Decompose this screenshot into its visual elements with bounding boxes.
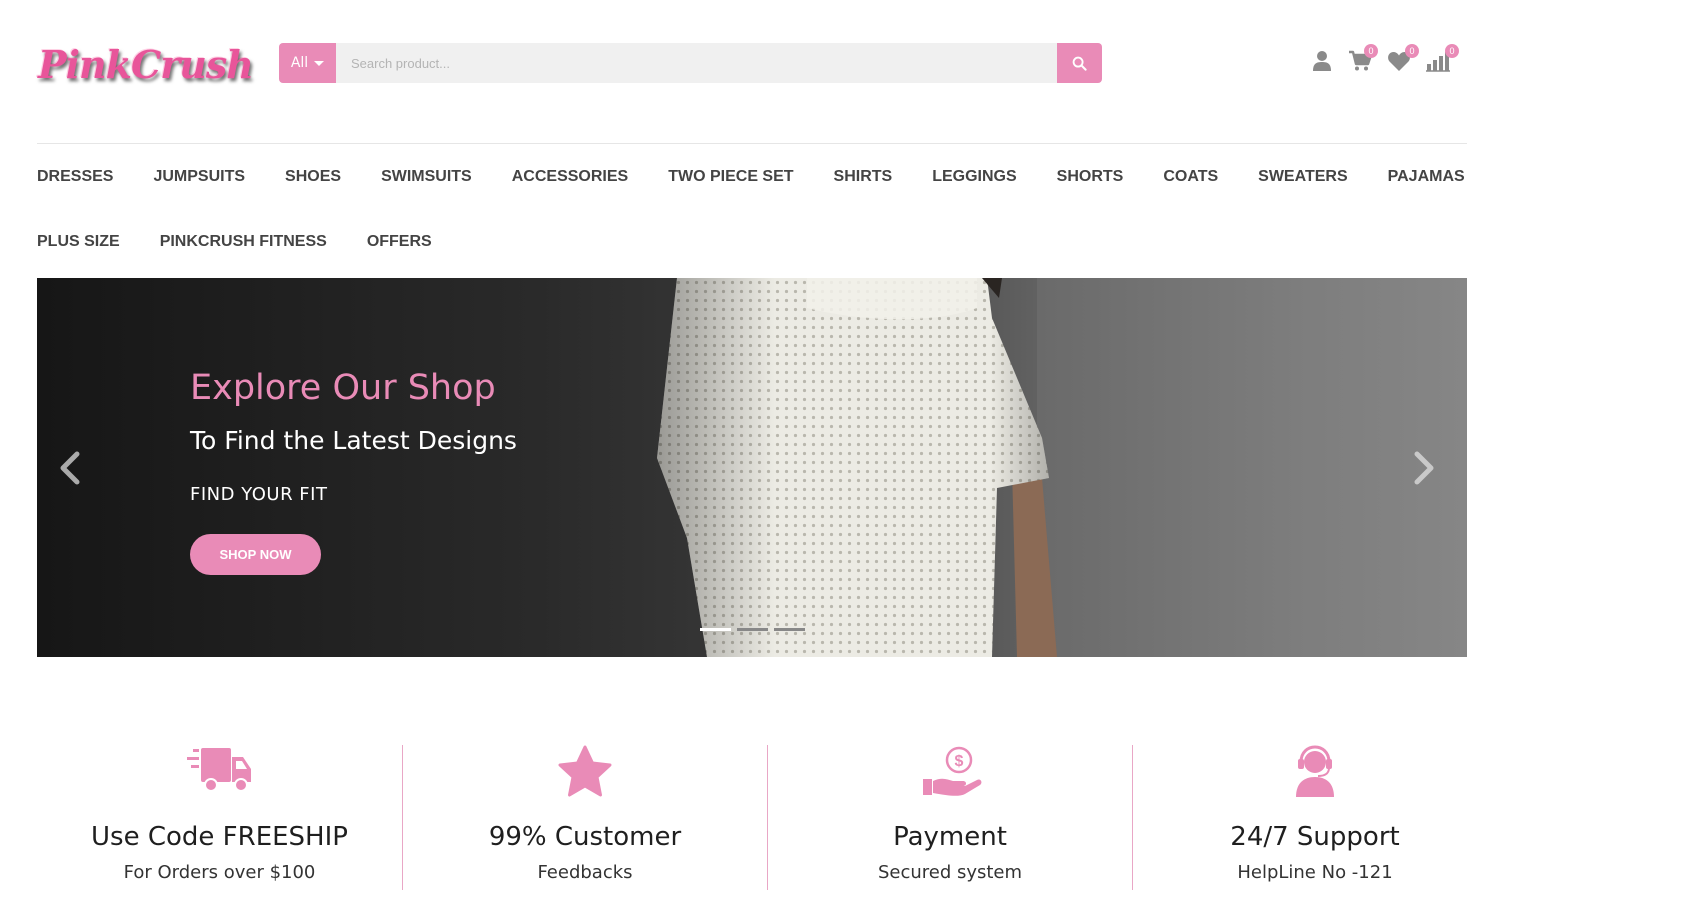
nav-item-pinkcrush-fitness[interactable]: PINKCRUSH FITNESS <box>160 233 327 251</box>
feature-subtitle: For Orders over $100 <box>123 862 316 883</box>
slider-prev-button[interactable] <box>55 448 85 488</box>
search-input[interactable] <box>336 43 1057 83</box>
cart-button[interactable]: 0 <box>1346 44 1378 74</box>
main-nav-row-2: PLUS SIZE PINKCRUSH FITNESS OFFERS <box>37 233 472 251</box>
search-category-label: All <box>290 55 309 71</box>
hero-subtitle: To Find the Latest Designs <box>190 426 517 455</box>
chevron-left-icon <box>60 451 80 485</box>
feature-support: 24/7 Support HelpLine No -121 <box>1132 745 1497 890</box>
feature-free-shipping: Use Code FREESHIP For Orders over $100 <box>37 745 402 890</box>
payment-hand-icon: $ <box>923 746 982 796</box>
header-divider <box>37 143 1467 144</box>
search-bar: All <box>279 43 1102 83</box>
search-icon <box>1072 56 1087 71</box>
nav-item-shoes[interactable]: SHOES <box>285 168 341 186</box>
feature-subtitle: Feedbacks <box>537 862 633 883</box>
slider-dot[interactable] <box>737 628 768 631</box>
user-icon <box>1313 51 1331 71</box>
account-button[interactable] <box>1310 44 1340 74</box>
nav-item-leggings[interactable]: LEGGINGS <box>932 168 1016 186</box>
slider-pagination <box>700 628 805 631</box>
nav-item-two-piece-set[interactable]: TWO PIECE SET <box>668 168 793 186</box>
delivery-truck-icon <box>186 748 251 792</box>
hero-tagline: FIND YOUR FIT <box>190 484 328 505</box>
nav-item-coats[interactable]: COATS <box>1163 168 1218 186</box>
cart-count-badge: 0 <box>1364 44 1378 58</box>
site-logo[interactable]: PinkCrush <box>38 34 254 96</box>
feature-title: 24/7 Support <box>1230 822 1400 852</box>
search-category-select[interactable]: All <box>279 43 336 83</box>
wishlist-button[interactable]: 0 <box>1385 44 1419 74</box>
nav-item-accessories[interactable]: ACCESSORIES <box>512 168 628 186</box>
chevron-down-icon <box>314 60 325 66</box>
nav-item-shirts[interactable]: SHIRTS <box>834 168 893 186</box>
nav-item-offers[interactable]: OFFERS <box>367 233 432 251</box>
main-nav-row-1: DRESSES JUMPSUITS SHOES SWIMSUITS ACCESS… <box>37 168 1505 186</box>
feature-subtitle: Secured system <box>877 862 1023 883</box>
hero-model-image <box>657 278 1057 657</box>
feature-title: 99% Customer <box>488 822 682 852</box>
nav-item-swimsuits[interactable]: SWIMSUITS <box>381 168 472 186</box>
nav-item-shorts[interactable]: SHORTS <box>1057 168 1124 186</box>
slider-next-button[interactable] <box>1409 448 1439 488</box>
shop-now-button[interactable]: SHOP NOW <box>190 534 321 575</box>
compare-count-badge: 0 <box>1445 44 1459 58</box>
nav-item-sweaters[interactable]: SWEATERS <box>1258 168 1347 186</box>
wishlist-count-badge: 0 <box>1405 44 1419 58</box>
header-icons: 0 0 0 <box>1310 44 1460 78</box>
slider-dot[interactable] <box>774 628 805 631</box>
chevron-right-icon <box>1414 451 1434 485</box>
features-strip: Use Code FREESHIP For Orders over $100 9… <box>37 745 1497 895</box>
compare-button[interactable]: 0 <box>1423 44 1459 74</box>
hero-slider: Explore Our Shop To Find the Latest Desi… <box>37 278 1467 657</box>
support-headset-icon <box>1296 745 1334 797</box>
hero-title: Explore Our Shop <box>190 368 496 408</box>
star-icon <box>558 745 612 797</box>
feature-title: Use Code FREESHIP <box>91 822 348 852</box>
nav-item-jumpsuits[interactable]: JUMPSUITS <box>153 168 245 186</box>
feature-subtitle: HelpLine No -121 <box>1237 862 1393 883</box>
slider-dot[interactable] <box>700 628 731 631</box>
search-button[interactable] <box>1057 43 1102 83</box>
feature-payment: $ Payment Secured system <box>767 745 1132 890</box>
nav-item-plus-size[interactable]: PLUS SIZE <box>37 233 120 251</box>
svg-text:$: $ <box>955 753 964 770</box>
logo-text: PinkCrush <box>38 42 254 87</box>
nav-item-dresses[interactable]: DRESSES <box>37 168 113 186</box>
feature-title: Payment <box>893 822 1007 852</box>
feature-customer-feedback: 99% Customer Feedbacks <box>402 745 767 890</box>
nav-item-pajamas[interactable]: PAJAMAS <box>1388 168 1465 186</box>
